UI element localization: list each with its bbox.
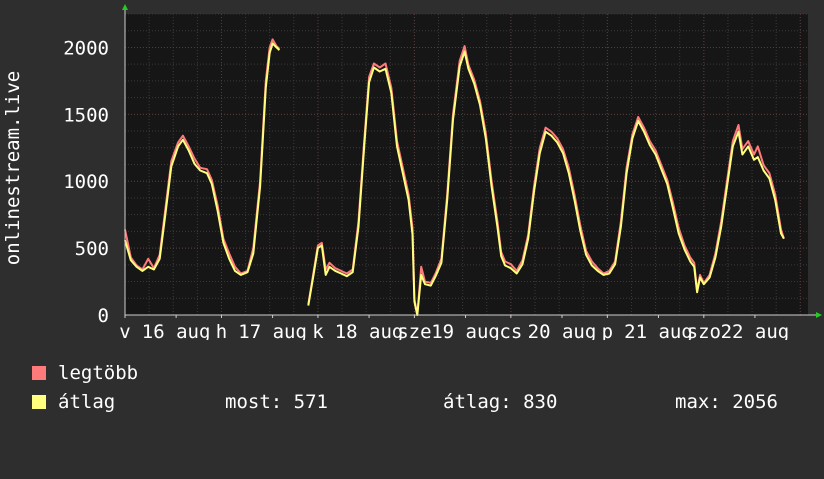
stat-max: max: 2056 xyxy=(675,391,778,413)
legend: legtöbb átlag most: 571 átlag: 830 max: … xyxy=(0,0,824,430)
chart-panel: 0 500 1000 1500 2000 v 16 aug h 17 aug k 18 aug sz… xyxy=(0,0,824,430)
legend-item-max: legtöbb xyxy=(30,362,138,384)
legend-swatch-avg xyxy=(32,395,46,409)
stat-now: most: 571 xyxy=(225,391,328,413)
stat-average: átlag: 830 xyxy=(443,391,558,413)
legend-label-max: legtöbb xyxy=(58,362,139,384)
legend-swatch-max xyxy=(32,366,46,380)
legend-item-avg: átlag xyxy=(30,391,115,413)
legend-label-avg: átlag xyxy=(58,391,116,413)
